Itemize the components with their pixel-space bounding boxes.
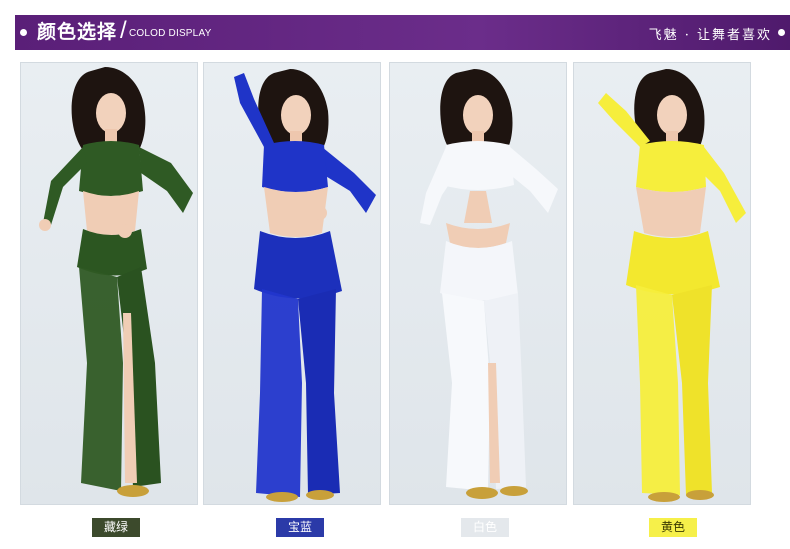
header-dot-left	[20, 29, 27, 36]
dancer-figure-green	[39, 67, 193, 497]
header-dot-right	[778, 29, 785, 36]
product-image-royal-blue[interactable]	[203, 62, 381, 505]
title-divider: /	[120, 17, 127, 44]
dancer-figure-white	[420, 69, 558, 499]
product-image-white[interactable]	[389, 62, 567, 505]
color-label-white[interactable]: 白色	[461, 518, 509, 537]
color-label-royal-blue[interactable]: 宝蓝	[276, 518, 324, 537]
section-subtitle: COLOD DISPLAY	[129, 28, 212, 39]
product-image-yellow[interactable]	[573, 62, 751, 505]
color-label-dark-green[interactable]: 藏绿	[92, 518, 140, 537]
color-label-yellow[interactable]: 黄色	[649, 518, 697, 537]
brand-slogan: 飞魅 · 让舞者喜欢	[648, 28, 772, 43]
section-title: 颜色选择	[37, 21, 118, 43]
dancer-figure-blue	[234, 69, 376, 502]
product-image-dark-green[interactable]	[20, 62, 198, 505]
section-header: 颜色选择 / COLOD DISPLAY 飞魅 · 让舞者喜欢	[15, 15, 790, 50]
dancer-figure-yellow	[598, 69, 746, 502]
